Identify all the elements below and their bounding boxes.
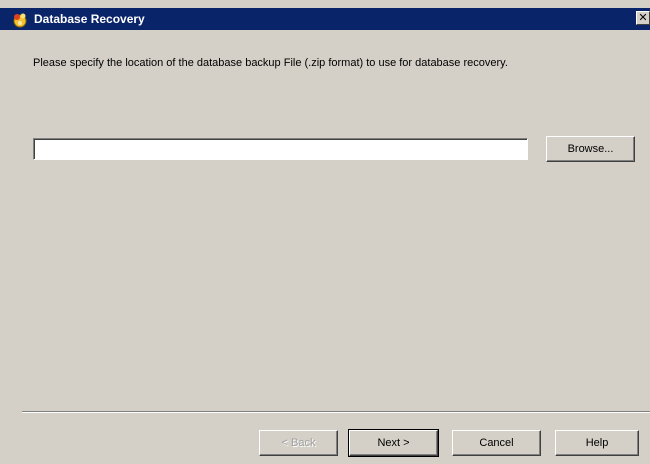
instructions-text: Please specify the location of the datab… <box>33 57 508 69</box>
next-button[interactable]: Next > <box>348 429 439 457</box>
close-button[interactable]: ✕ <box>636 11 650 25</box>
cancel-button[interactable]: Cancel <box>452 430 541 456</box>
title-bar: Database Recovery ✕ <box>0 8 650 30</box>
wizard-app-icon <box>11 11 29 29</box>
help-button[interactable]: Help <box>555 430 639 456</box>
footer-separator <box>22 411 650 413</box>
backup-file-path-input[interactable] <box>33 138 528 160</box>
close-icon: ✕ <box>638 11 648 24</box>
window-title: Database Recovery <box>34 12 145 26</box>
back-button[interactable]: < Back <box>259 430 338 456</box>
browse-button[interactable]: Browse... <box>546 136 635 162</box>
